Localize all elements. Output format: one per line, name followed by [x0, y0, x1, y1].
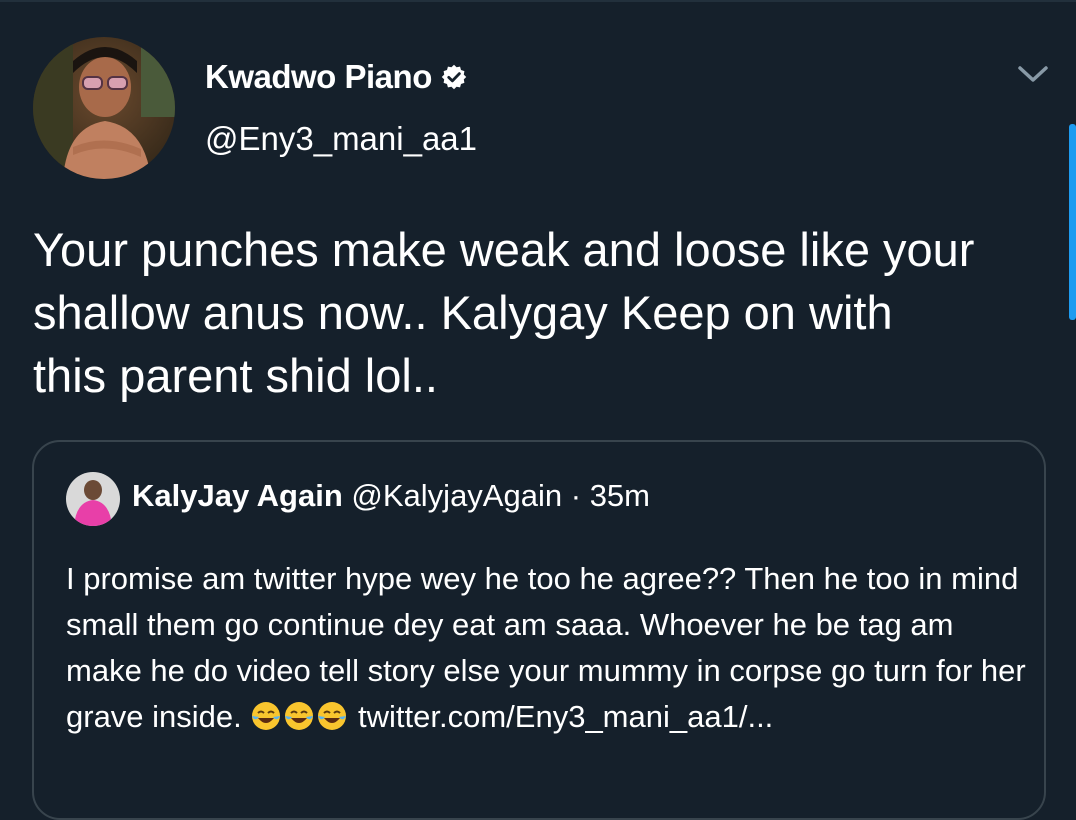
author-display-name[interactable]: Kwadwo Piano — [205, 58, 468, 96]
quoted-tweet-card[interactable]: KalyJay Again @KalyjayAgain · 35m I prom… — [32, 440, 1046, 820]
quote-author-handle[interactable]: @KalyjayAgain — [351, 478, 562, 513]
chevron-down-icon[interactable] — [1016, 62, 1050, 86]
face-with-tears-of-joy-icon — [318, 702, 347, 730]
emoji-group — [250, 699, 358, 734]
author-avatar[interactable] — [33, 37, 175, 179]
verified-badge-icon — [441, 64, 467, 90]
tweet-text: Your punches make weak and loose like yo… — [33, 223, 975, 402]
top-divider — [0, 0, 1076, 2]
author-name-text[interactable]: Kwadwo Piano — [205, 58, 432, 96]
quote-timestamp[interactable]: 35m — [590, 478, 650, 513]
quote-author-avatar[interactable] — [66, 472, 120, 526]
quote-author-name[interactable]: KalyJay Again — [132, 478, 343, 513]
face-with-tears-of-joy-icon — [285, 702, 314, 730]
quote-separator: · — [570, 478, 582, 513]
quote-text-block: I promise am twitter hype wey he too he … — [66, 556, 1026, 740]
quote-header: KalyJay Again @KalyjayAgain · 35m — [132, 478, 650, 514]
scrollbar-thumb[interactable] — [1069, 124, 1076, 320]
face-with-tears-of-joy-icon — [252, 702, 281, 730]
author-handle[interactable]: @Eny3_mani_aa1 — [205, 120, 477, 158]
quote-link[interactable]: twitter.com/Eny3_mani_aa1/... — [358, 699, 773, 734]
